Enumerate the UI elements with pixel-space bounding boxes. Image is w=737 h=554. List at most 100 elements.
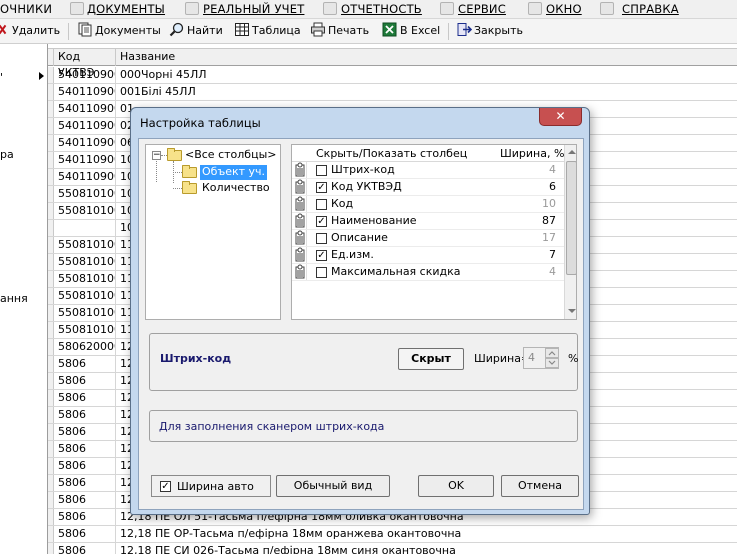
scroll-up-icon[interactable]	[568, 150, 576, 154]
print-button[interactable]: Печать	[310, 22, 369, 41]
cell-code: 540110900	[54, 84, 116, 100]
column-setting-row[interactable]: ✓ Наименование 87	[292, 213, 564, 230]
column-setting-row[interactable]: Штрих-код 4	[292, 162, 564, 179]
left-pane-text: ра	[0, 148, 14, 161]
scrollbar-thumb[interactable]	[566, 161, 576, 275]
table-row[interactable]: 540110900 000Чорні 45ЛЛ	[48, 67, 737, 84]
column-setting-row[interactable]: ✓ Ед.изм. 7	[292, 247, 564, 264]
column-description: Для заполнения сканером штрих-кода	[159, 420, 385, 433]
auto-width-label: Ширина авто	[177, 480, 254, 493]
menu-item-directories[interactable]: ОЧНИКИ	[0, 1, 52, 18]
documents-menu-icon	[70, 2, 84, 15]
find-button[interactable]: Найти	[169, 22, 223, 41]
chevron-down-icon	[548, 360, 556, 365]
column-type-icon	[293, 213, 307, 229]
table-button[interactable]: Таблица	[234, 22, 301, 41]
menu-item-documents[interactable]: ДОКУМЕНТЫ	[87, 1, 165, 18]
tree-item-object[interactable]: Объект уч.	[200, 165, 268, 180]
column-type-icon	[293, 230, 307, 246]
hide-toggle-button[interactable]: Скрыт	[398, 348, 464, 370]
column-header-name[interactable]: Название	[116, 49, 737, 66]
column-setting-row[interactable]: Максимальная скидка 4	[292, 264, 564, 281]
folder-icon	[182, 181, 197, 194]
cell-code: 5806	[54, 509, 116, 525]
documents-icon	[78, 22, 92, 37]
tree-collapse-icon[interactable]: −	[152, 151, 161, 160]
column-visibility-checkbox[interactable]: ✓	[316, 216, 327, 227]
cell-code: 5806	[54, 373, 116, 389]
toolbar: Удалить Документы Найти Таблица Печать В…	[0, 19, 737, 44]
cell-code: 5806	[54, 526, 116, 542]
tree-connector	[173, 172, 182, 173]
cell-code: 5806	[54, 407, 116, 423]
cell-code: 540110900	[54, 152, 116, 168]
cell-code: 550810100	[54, 186, 116, 202]
tree-item-all-columns[interactable]: <Все столбцы>	[185, 148, 276, 163]
service-menu-icon	[440, 2, 454, 15]
dialog-body: − <Все столбцы> Объект уч. Количество Ск…	[138, 138, 584, 510]
toolbar-separator	[448, 23, 449, 40]
cell-code: 550810100	[54, 322, 116, 338]
dialog-close-button[interactable]: ✕	[539, 108, 582, 126]
column-setting-row[interactable]: Код 10	[292, 196, 564, 213]
column-visibility-checkbox[interactable]	[316, 267, 327, 278]
cell-code: 540110900	[54, 118, 116, 134]
column-visibility-checkbox[interactable]	[316, 165, 327, 176]
menu-item-help[interactable]: СПРАВКА	[622, 1, 679, 18]
column-group-tree[interactable]: − <Все столбцы> Объект уч. Количество	[145, 144, 281, 320]
cell-code: 540110900	[54, 67, 116, 83]
documents-button[interactable]: Документы	[77, 22, 161, 41]
excel-icon	[382, 22, 397, 37]
column-width-header: Ширина, %.	[500, 147, 568, 160]
menu-item-real-accounting[interactable]: РЕАЛЬНЫЙ УЧЕТ	[203, 1, 304, 18]
scroll-down-icon[interactable]	[568, 309, 576, 313]
dialog-title: Настройка таблицы	[140, 116, 261, 130]
print-label: Печать	[328, 24, 370, 37]
cell-code: 540110900	[54, 169, 116, 185]
table-row[interactable]: 540110900 001Білі 45ЛЛ	[48, 84, 737, 101]
left-pane-text: ання	[0, 292, 28, 305]
menu-item-window[interactable]: ОКНО	[546, 1, 582, 18]
cell-name: 12,18 ПЕ СИ 026-Тасьма п/ефірна 18мм син…	[120, 544, 456, 554]
tree-connector	[173, 188, 182, 189]
ok-button[interactable]: OK	[418, 475, 494, 497]
column-name: Код УКТВЭД	[331, 180, 402, 193]
checkmark-icon: ✓	[160, 481, 171, 492]
spin-down-button[interactable]	[545, 358, 559, 368]
help-menu-icon	[600, 2, 614, 15]
column-visibility-checkbox[interactable]	[316, 233, 327, 244]
current-row-pointer-icon	[39, 72, 44, 80]
column-visibility-grid[interactable]: Скрыть/Показать столбец Ширина, %. Штрих…	[291, 144, 577, 320]
column-visibility-checkbox[interactable]	[316, 199, 327, 210]
vertical-scrollbar[interactable]	[564, 145, 576, 319]
column-setting-row[interactable]: ✓ Код УКТВЭД 6	[292, 179, 564, 196]
column-name: Описание	[331, 231, 388, 244]
close-label: Закрыть	[474, 24, 523, 37]
table-row[interactable]: 5806 12,18 ПЕ ОР-Тасьма п/ефірна 18мм ора…	[48, 526, 737, 543]
column-type-icon	[293, 196, 307, 212]
cell-code: 550810100	[54, 237, 116, 253]
menu-item-reports[interactable]: ОТЧЕТНОСТЬ	[341, 1, 422, 18]
cell-code: 550810100	[54, 254, 116, 270]
excel-export-button[interactable]: В Excel	[382, 22, 440, 41]
cell-code: 5806	[54, 475, 116, 491]
column-visibility-checkbox[interactable]: ✓	[316, 182, 327, 193]
close-button[interactable]: Закрыть	[456, 22, 523, 41]
column-setting-row[interactable]: Описание 17	[292, 230, 564, 247]
column-header-code[interactable]: Код УКТВЭ	[54, 49, 116, 79]
column-width-value: 6	[549, 180, 556, 193]
cancel-button[interactable]: Отмена	[501, 475, 579, 497]
percent-label: %	[568, 352, 579, 365]
column-name: Наименование	[331, 214, 417, 227]
table-label: Таблица	[252, 24, 301, 37]
column-width-value: 4	[549, 265, 556, 278]
delete-button[interactable]: Удалить	[0, 22, 60, 41]
column-visibility-checkbox[interactable]: ✓	[316, 250, 327, 261]
cell-code: 5806	[54, 356, 116, 372]
spin-up-button[interactable]	[545, 348, 559, 358]
tree-item-quantity[interactable]: Количество	[202, 181, 270, 196]
table-row[interactable]: 5806 12,18 ПЕ СИ 026-Тасьма п/ефірна 18мм…	[48, 543, 737, 554]
auto-width-checkbox[interactable]: ✓ Ширина авто	[151, 475, 271, 497]
menu-item-service[interactable]: СЕРВИС	[458, 1, 506, 18]
normal-view-button[interactable]: Обычный вид	[276, 475, 390, 497]
